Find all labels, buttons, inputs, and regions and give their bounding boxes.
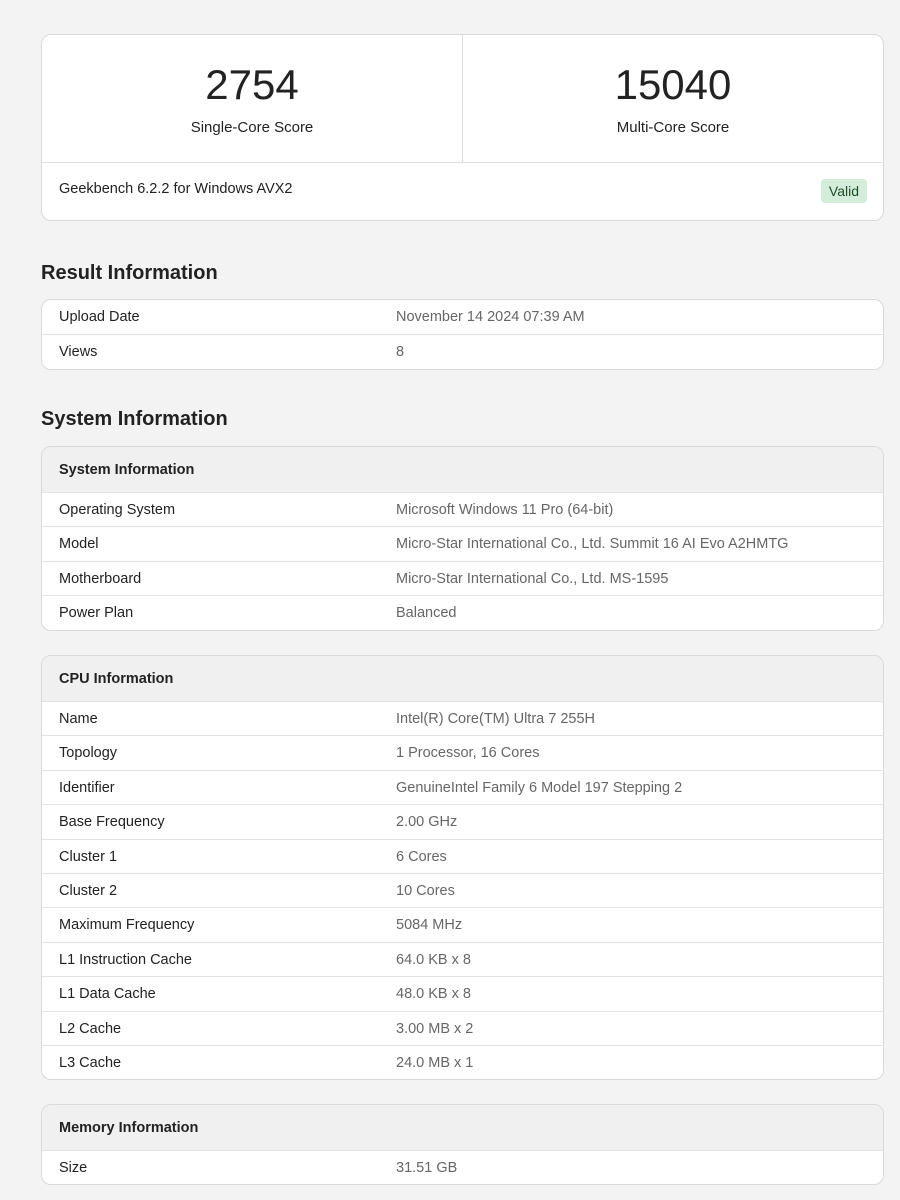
multi-core-score: 15040 bbox=[614, 61, 732, 108]
row-value: 10 Cores bbox=[396, 882, 455, 899]
row-key: Views bbox=[59, 344, 98, 361]
row-key: L2 Cache bbox=[59, 1020, 122, 1037]
row-key: Name bbox=[59, 711, 98, 727]
row-key: Base Frequency bbox=[59, 814, 165, 831]
table-row: Motherboard Micro-Star International Co.… bbox=[42, 560, 883, 595]
table-row: Operating System Microsoft Windows 11 Pr… bbox=[42, 492, 883, 526]
row-value: 8 bbox=[396, 344, 405, 361]
row-value: Micro-Star International Co., Ltd. MS-15… bbox=[396, 570, 669, 587]
memory-information-table: Memory Information Size 31.51 GB bbox=[41, 1104, 884, 1186]
system-information-heading: System Information bbox=[41, 408, 228, 430]
row-value: 31.51 GB bbox=[396, 1160, 458, 1176]
row-value: Intel(R) Core(TM) Ultra 7 255H bbox=[396, 711, 596, 727]
table-row: Cluster 1 6 Cores bbox=[42, 838, 883, 873]
cpu-information-table: CPU Information Name Intel(R) Core(TM) U… bbox=[41, 655, 884, 1081]
multi-core-cell: 15040 Multi-Core Score bbox=[462, 35, 883, 162]
score-card: 2754 Single-Core Score 15040 Multi-Core … bbox=[41, 34, 884, 221]
score-row: 2754 Single-Core Score 15040 Multi-Core … bbox=[42, 35, 883, 163]
row-key: Cluster 2 bbox=[59, 882, 118, 899]
row-value: 3.00 MB x 2 bbox=[396, 1020, 474, 1037]
row-key: L1 Data Cache bbox=[59, 986, 156, 1003]
table-row: Upload Date November 14 2024 07:39 AM bbox=[42, 300, 883, 334]
single-core-score: 2754 bbox=[205, 61, 299, 108]
table-row: L1 Instruction Cache 64.0 KB x 8 bbox=[42, 941, 883, 976]
table-row: L2 Cache 3.00 MB x 2 bbox=[42, 1010, 883, 1045]
result-information-table: Upload Date November 14 2024 07:39 AM Vi… bbox=[41, 299, 884, 370]
table-title: CPU Information bbox=[42, 656, 883, 701]
table-row: L1 Data Cache 48.0 KB x 8 bbox=[42, 976, 883, 1010]
row-value: GenuineIntel Family 6 Model 197 Stepping… bbox=[396, 779, 683, 796]
row-key: L3 Cache bbox=[59, 1054, 122, 1071]
row-value: 5084 MHz bbox=[396, 917, 463, 934]
row-value: 1 Processor, 16 Cores bbox=[396, 745, 540, 762]
table-row: Maximum Frequency 5084 MHz bbox=[42, 907, 883, 941]
single-core-label: Single-Core Score bbox=[190, 119, 314, 136]
valid-badge: Valid bbox=[820, 179, 867, 203]
row-key: Size bbox=[59, 1160, 88, 1176]
row-value: 6 Cores bbox=[396, 848, 447, 865]
single-core-cell: 2754 Single-Core Score bbox=[42, 35, 462, 162]
benchmark-version: Geekbench 6.2.2 for Windows AVX2 bbox=[59, 181, 293, 197]
row-key: Maximum Frequency bbox=[59, 917, 195, 934]
row-key: Operating System bbox=[59, 502, 176, 518]
row-value: Micro-Star International Co., Ltd. Summi… bbox=[396, 536, 789, 553]
row-key: Power Plan bbox=[59, 605, 134, 622]
row-value: Balanced bbox=[396, 605, 457, 622]
table-row: L3 Cache 24.0 MB x 1 bbox=[42, 1044, 883, 1079]
row-key: L1 Instruction Cache bbox=[59, 951, 192, 968]
result-information-heading: Result Information bbox=[41, 262, 218, 284]
table-row: Size 31.51 GB bbox=[42, 1150, 883, 1184]
table-title: System Information bbox=[42, 447, 883, 492]
table-row: Model Micro-Star International Co., Ltd.… bbox=[42, 526, 883, 560]
row-value: Microsoft Windows 11 Pro (64-bit) bbox=[396, 502, 614, 518]
table-row: Base Frequency 2.00 GHz bbox=[42, 804, 883, 838]
table-row: Cluster 2 10 Cores bbox=[42, 872, 883, 907]
row-key: Upload Date bbox=[59, 309, 140, 325]
row-value: 24.0 MB x 1 bbox=[396, 1054, 474, 1071]
row-value: 2.00 GHz bbox=[396, 814, 458, 831]
row-value: 64.0 KB x 8 bbox=[396, 951, 471, 968]
table-row: Topology 1 Processor, 16 Cores bbox=[42, 735, 883, 769]
row-key: Cluster 1 bbox=[59, 848, 118, 865]
row-key: Topology bbox=[59, 745, 118, 762]
score-footer: Geekbench 6.2.2 for Windows AVX2 Valid bbox=[42, 163, 883, 220]
system-information-table: System Information Operating System Micr… bbox=[41, 446, 884, 631]
table-row: Identifier GenuineIntel Family 6 Model 1… bbox=[42, 769, 883, 804]
table-row: Name Intel(R) Core(TM) Ultra 7 255H bbox=[42, 701, 883, 735]
row-key: Motherboard bbox=[59, 570, 142, 587]
row-value: 48.0 KB x 8 bbox=[396, 986, 471, 1003]
row-key: Identifier bbox=[59, 779, 115, 796]
row-value: November 14 2024 07:39 AM bbox=[396, 309, 585, 325]
table-row: Power Plan Balanced bbox=[42, 595, 883, 629]
table-title: Memory Information bbox=[42, 1105, 883, 1150]
multi-core-label: Multi-Core Score bbox=[616, 119, 730, 136]
row-key: Model bbox=[59, 536, 99, 553]
table-row: Views 8 bbox=[42, 334, 883, 368]
